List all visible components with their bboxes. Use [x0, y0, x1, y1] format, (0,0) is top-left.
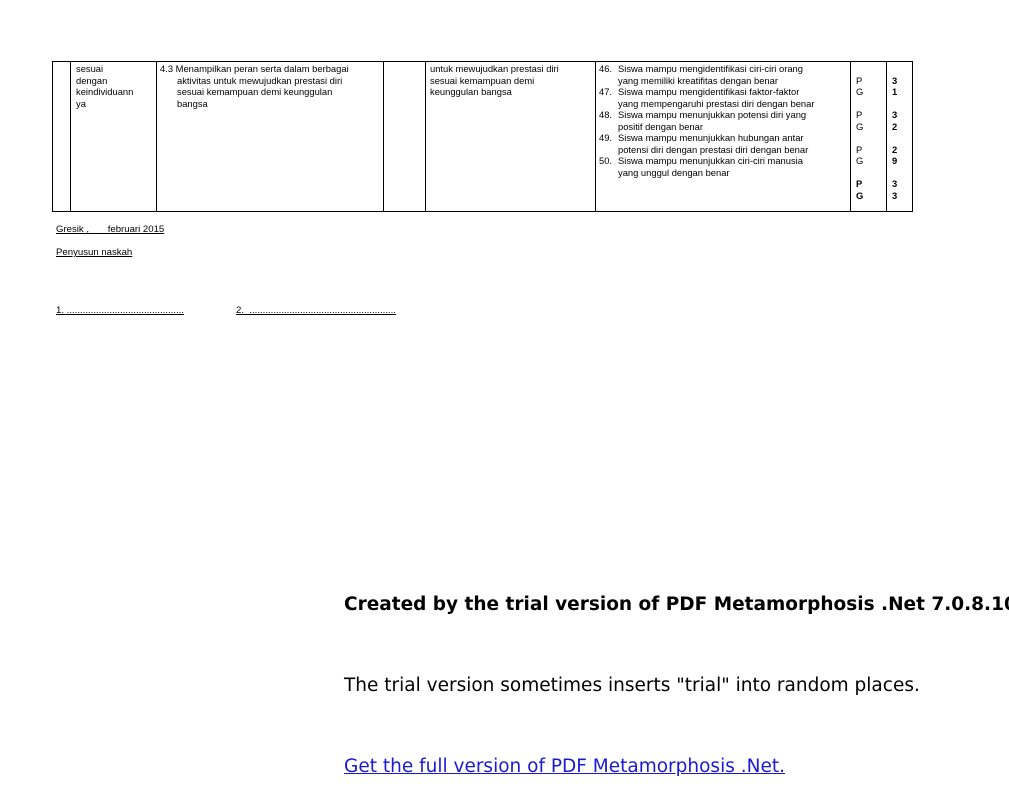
signature-line-1: 1. .....................................… — [56, 305, 184, 316]
cell-line: sesuai kemampuan demi — [430, 74, 535, 86]
cell-line: sesuai — [76, 63, 104, 74]
cell-line: aktivitas untuk mewujudkan prestasi diri — [177, 74, 343, 86]
question-type: P — [856, 178, 863, 189]
indicator-line: positif dengan benar — [618, 120, 703, 132]
question-number: 3 — [892, 189, 898, 201]
question-number: 2 — [892, 143, 898, 155]
indicator-number: 47. — [599, 86, 613, 97]
question-number: 3 — [892, 109, 898, 120]
indicator-number: 46. — [599, 63, 613, 74]
cell-line: untuk mewujudkan prestasi diri — [430, 63, 559, 74]
indicator-line: yang unggul dengan benar — [618, 166, 730, 178]
question-type: P — [856, 143, 863, 155]
trial-watermark: Created by the trial version of PDF Meta… — [344, 537, 1009, 807]
question-number: 3 — [892, 178, 898, 189]
compiler-label: Penyusun naskah — [56, 247, 133, 258]
cell-line: keunggulan bangsa — [430, 86, 512, 97]
indicator-line: Siswa mampu mengidentifikasi ciri-ciri o… — [618, 63, 803, 74]
indicator-line: yang memiliki kreatifitas dengan benar — [618, 74, 778, 86]
indicator-line: Siswa mampu menunjukkan ciri-ciri manusi… — [618, 155, 803, 166]
indicator-line: potensi diri dengan prestasi diri dengan… — [618, 143, 809, 155]
signature-line-2: 2. .....................................… — [236, 305, 396, 316]
question-number: 3 — [892, 74, 898, 86]
question-type: G — [856, 155, 864, 166]
question-type: P — [856, 109, 863, 120]
cell-line: 4.3 Menampilkan peran serta dalam berbag… — [160, 63, 349, 74]
cell-line: keindividuann — [76, 86, 134, 97]
watermark-note: The trial version sometimes inserts "tri… — [344, 675, 920, 696]
indicator-number: 48. — [599, 109, 613, 120]
question-type: G — [856, 120, 864, 132]
question-number: 2 — [892, 120, 898, 132]
question-type: P — [856, 74, 863, 86]
indicator-number: 50. — [599, 155, 613, 166]
place-date: Gresik , februari 2015 — [56, 224, 165, 235]
cell-line: dengan — [76, 74, 108, 86]
question-number: 9 — [892, 155, 898, 166]
indicator-line: Siswa mampu menunjukkan hubungan antar — [618, 132, 804, 143]
full-version-link[interactable]: Get the full version of PDF Metamorphosi… — [344, 753, 1009, 780]
cell-line: sesuai kemampuan demi keunggulan — [177, 86, 333, 97]
indicator-line: yang mempengaruhi prestasi diri dengan b… — [618, 97, 815, 109]
cell-line: bangsa — [177, 97, 208, 109]
question-type: G — [856, 86, 864, 97]
cell-line: ya — [76, 97, 86, 109]
question-type: G — [856, 189, 864, 201]
indicator-line: Siswa mampu menunjukkan potensi diri yan… — [618, 109, 807, 120]
question-number: 1 — [892, 86, 898, 97]
indicator-number: 49. — [599, 132, 613, 143]
indicator-line: Siswa mampu mengidentifikasi faktor-fakt… — [618, 86, 800, 97]
watermark-title: Created by the trial version of PDF Meta… — [344, 594, 1009, 615]
